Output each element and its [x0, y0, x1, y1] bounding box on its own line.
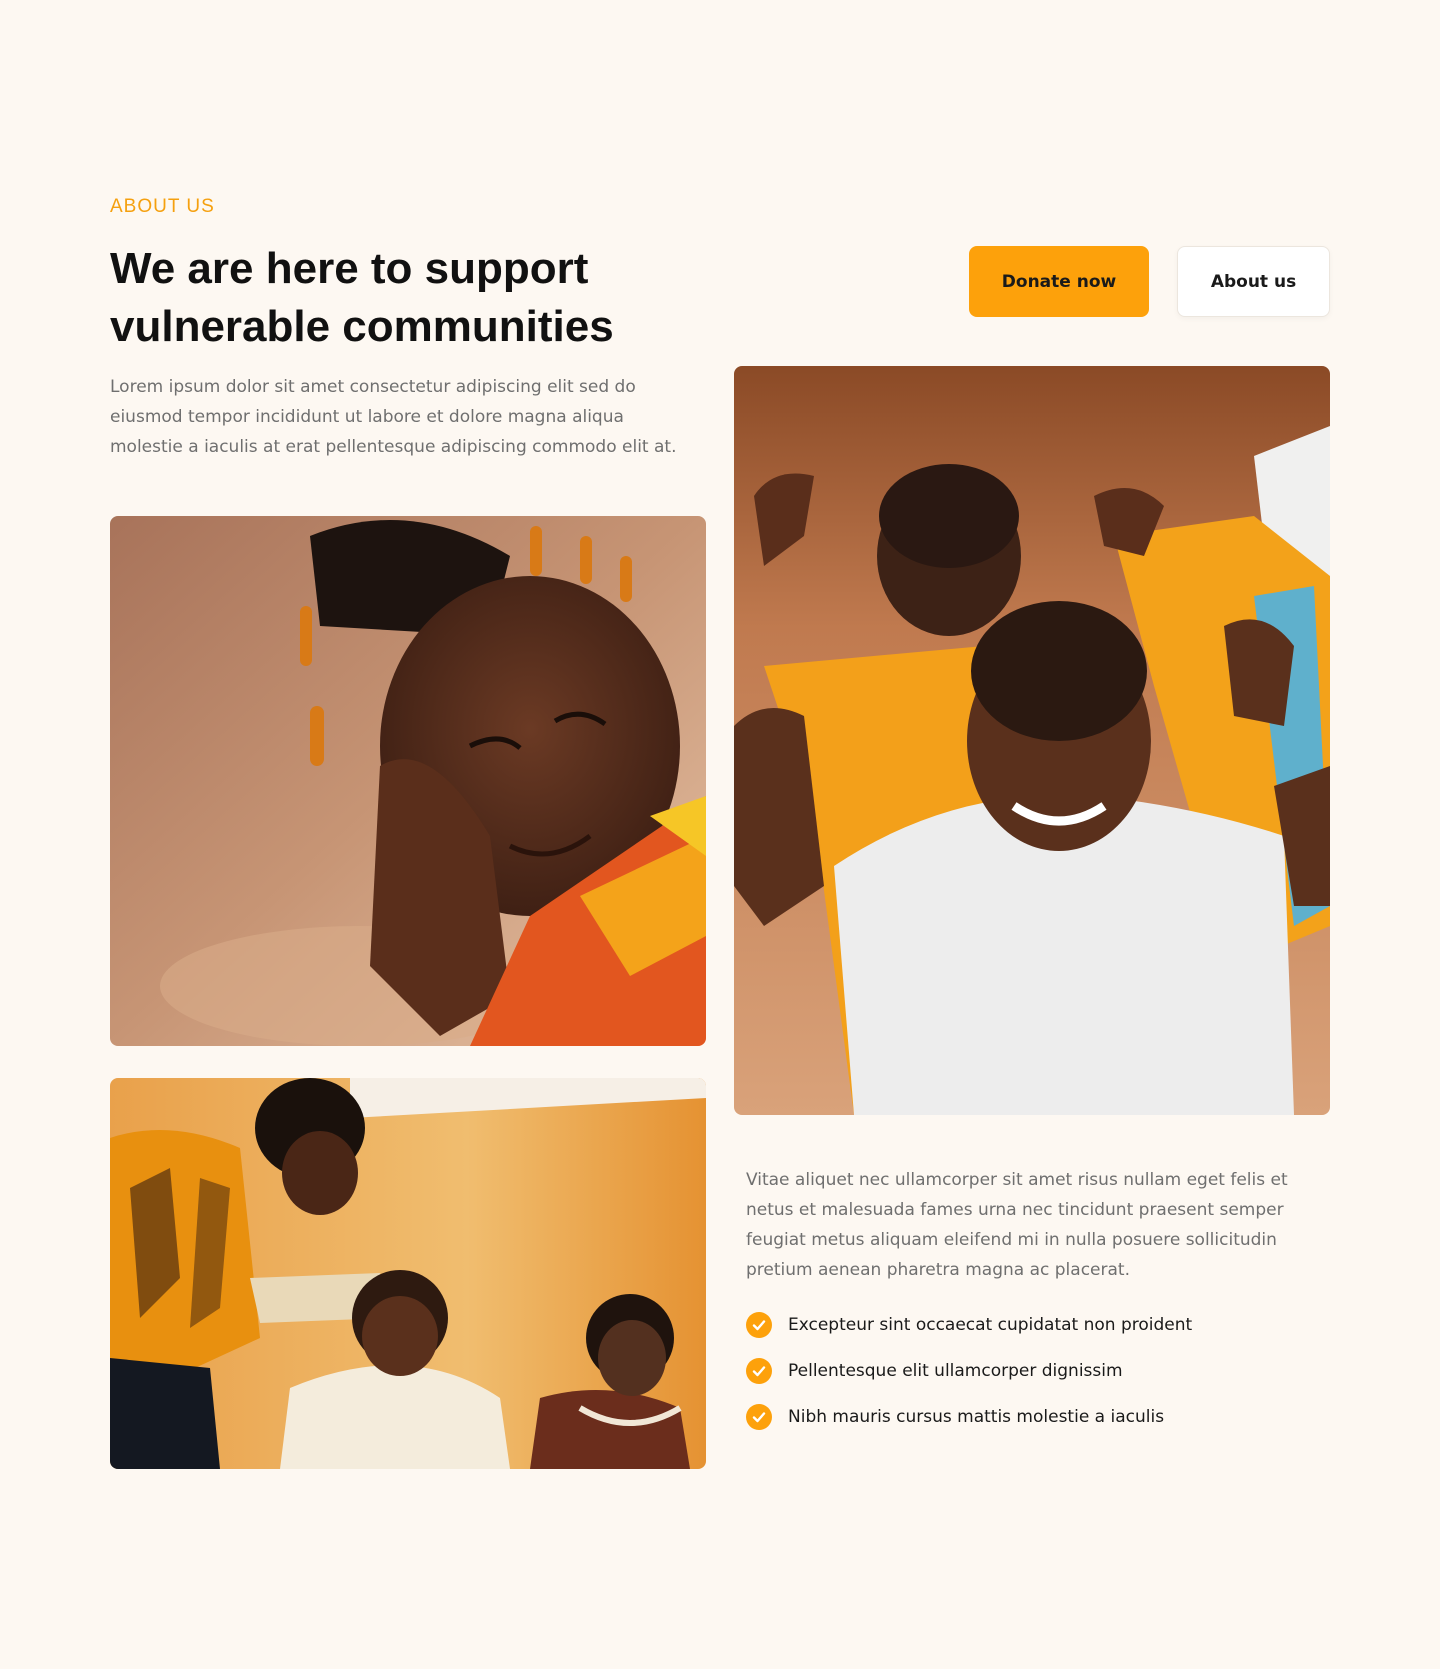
checklist-label: Pellentesque elit ullamcorper dignissim [788, 1361, 1123, 1381]
section-eyebrow: ABOUT US [110, 196, 215, 217]
photo-smiling-girl [110, 516, 706, 1046]
photo-cheering-boys [734, 366, 1330, 1115]
photo-teacher-classroom [110, 1078, 706, 1469]
check-circle-icon [746, 1358, 772, 1384]
check-circle-icon [746, 1312, 772, 1338]
check-circle-icon [746, 1404, 772, 1430]
intro-text: Lorem ipsum dolor sit amet consectetur a… [110, 377, 677, 457]
checklist-label: Excepteur sint occaecat cupidatat non pr… [788, 1315, 1193, 1335]
about-section: ABOUT US We are here to support vulnerab… [0, 0, 1440, 1669]
checklist-item: Pellentesque elit ullamcorper dignissim [746, 1348, 1192, 1394]
details-text: Vitae aliquet nec ullamcorper sit amet r… [746, 1170, 1288, 1280]
checklist-item: Nibh mauris cursus mattis molestie a iac… [746, 1394, 1192, 1440]
feature-checklist: Excepteur sint occaecat cupidatat non pr… [746, 1302, 1192, 1440]
donate-now-button[interactable]: Donate now [969, 246, 1149, 317]
checklist-label: Nibh mauris cursus mattis molestie a iac… [788, 1407, 1165, 1427]
section-title: We are here to support vulnerable commun… [110, 244, 614, 351]
about-us-button[interactable]: About us [1177, 246, 1330, 317]
checklist-item: Excepteur sint occaecat cupidatat non pr… [746, 1302, 1192, 1348]
